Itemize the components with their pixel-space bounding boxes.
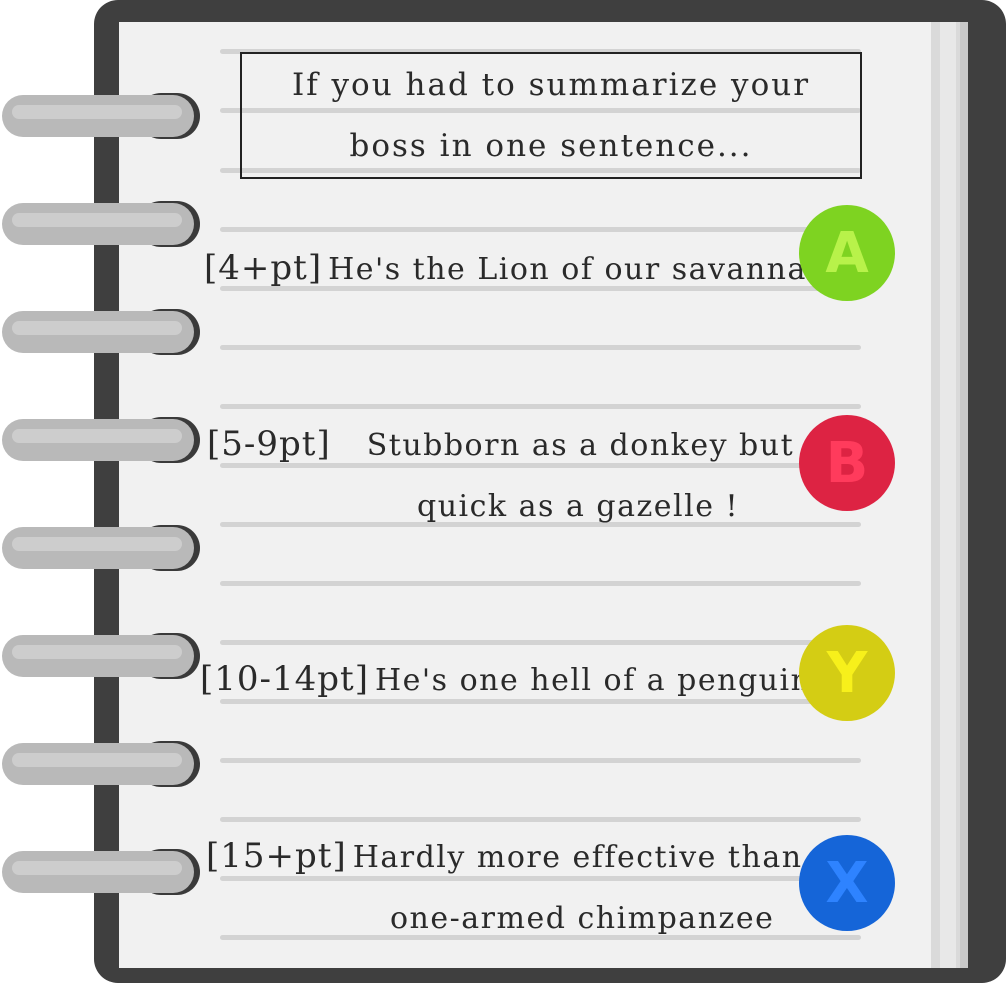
answer-text: He's one hell of a penguin ! [374, 663, 836, 698]
answer-option-a: [4+pt] He's the Lion of our savannah ! [204, 238, 852, 300]
spiral-ring [0, 849, 200, 895]
spiral-ring [0, 525, 200, 571]
spiral-ring [0, 309, 200, 355]
question-text: If you had to summarize your boss in one… [291, 66, 811, 164]
spiral-ring [0, 201, 200, 247]
points-label: [5-9pt] [207, 424, 331, 464]
points-label: [15+pt] [206, 836, 347, 876]
answer-option-b: [5-9pt] Stubborn as a donkey but quick as… [207, 414, 794, 537]
spiral-ring [0, 633, 200, 679]
ruled-line [220, 640, 861, 645]
answer-text-line2: one-armed chimpanzee [390, 901, 775, 936]
button-x-letter: X [825, 850, 869, 916]
question-box: If you had to summarize your boss in one… [240, 52, 862, 179]
answer-option-x: [15+pt] Hardly more effective than a one-… [206, 826, 833, 949]
spiral-ring [0, 93, 200, 139]
notebook-scene: If you had to summarize your boss in one… [0, 0, 1006, 983]
button-b-letter: B [825, 430, 869, 496]
button-a-letter: A [825, 220, 869, 286]
ruled-line [220, 345, 861, 350]
spiral-ring [0, 417, 200, 463]
points-label: [10-14pt] [200, 659, 369, 699]
points-label: [4+pt] [204, 248, 323, 288]
button-x[interactable]: X [799, 835, 895, 931]
button-a[interactable]: A [799, 205, 895, 301]
answer-text: He's the Lion of our savannah ! [328, 252, 853, 287]
ruled-line [220, 758, 861, 763]
ruled-line [220, 581, 861, 586]
page-edge [940, 22, 956, 968]
ruled-line [220, 404, 861, 409]
answer-text-line2: quick as a gazelle ! [417, 489, 740, 524]
ruled-line [220, 227, 861, 232]
spiral-ring [0, 741, 200, 787]
answer-text: Hardly more effective than a [352, 840, 833, 875]
answer-text: Stubborn as a donkey but [366, 428, 795, 463]
button-y-letter: Y [826, 640, 868, 706]
button-y[interactable]: Y [799, 625, 895, 721]
ruled-line [220, 817, 861, 822]
answer-option-y: [10-14pt] He's one hell of a penguin ! [200, 649, 836, 711]
button-b[interactable]: B [799, 415, 895, 511]
